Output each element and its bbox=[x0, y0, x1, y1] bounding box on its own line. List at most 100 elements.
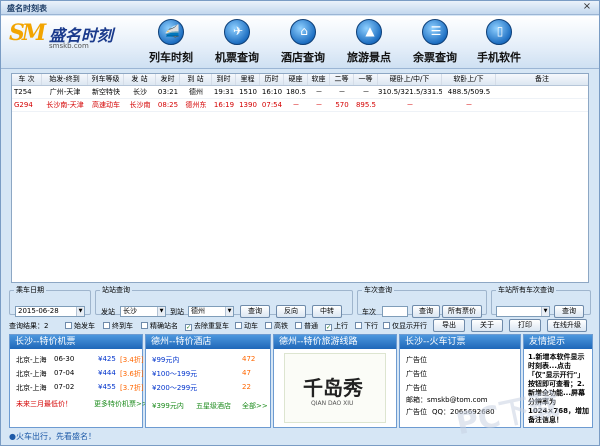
check-terminal[interactable]: 终到车 bbox=[103, 321, 133, 331]
col-header[interactable]: 硬座 bbox=[284, 74, 308, 85]
about-button[interactable]: 关于 bbox=[471, 319, 503, 332]
nav-tourism[interactable]: ▲ 旅游景点 bbox=[339, 19, 399, 67]
cell: 广州-天津 bbox=[49, 88, 81, 96]
cell: 07:54 bbox=[261, 101, 283, 109]
from-station-select[interactable]: 长沙 ▼ bbox=[120, 306, 166, 317]
options-bar: 查询结果：2 始发车 终到车 精确站名 ✓ 去除重复车 动车 高铁 普通 ✓ 上行 … bbox=[9, 319, 591, 333]
tourism-brand: 千岛秀 bbox=[303, 376, 363, 400]
nav-label: 旅游景点 bbox=[347, 51, 391, 64]
col-header[interactable]: 一等 bbox=[354, 74, 378, 85]
flight-promo[interactable]: 未来三月最低价！ bbox=[16, 399, 72, 409]
nav-hotel-search[interactable]: ⌂ 酒店查询 bbox=[273, 19, 333, 67]
table-row[interactable]: G294 长沙南-天津 高速动车 长沙南 08:25 德州东 16:19 139… bbox=[12, 99, 588, 112]
window-title: 盛名时刻表 bbox=[7, 4, 47, 13]
cell: 德州 bbox=[189, 88, 203, 96]
col-header[interactable]: 历时 bbox=[260, 74, 284, 85]
search-bar: 乘车日期 2015-06-28 ▼ 站站查询 发站 长沙 ▼ 到站 德州 ▼ 查… bbox=[9, 285, 591, 319]
train-icon: 🚄 bbox=[158, 19, 184, 45]
to-station-select[interactable]: 德州 ▼ bbox=[188, 306, 234, 317]
nav-flight-search[interactable]: ✈ 机票查询 bbox=[207, 19, 267, 67]
check-emu[interactable]: 动车 bbox=[235, 321, 258, 331]
flight-route: 北京-上海 bbox=[16, 356, 47, 364]
check-exact[interactable]: 精确站名 bbox=[141, 321, 178, 331]
flight-price[interactable]: ¥425 bbox=[98, 355, 116, 363]
table-row[interactable]: T254 广州-天津 新空特快 长沙 03:21 德州 19:31 1510 1… bbox=[12, 86, 588, 99]
logo-mark: SM bbox=[9, 20, 46, 46]
check-normal[interactable]: 普通 bbox=[295, 321, 318, 331]
tourism-ad-image[interactable]: 千岛秀 QIAN DAO XIU bbox=[284, 353, 386, 423]
hotel-price[interactable]: ¥100～199元 bbox=[152, 369, 197, 379]
upgrade-button[interactable]: 在线升级 bbox=[547, 319, 587, 332]
col-header[interactable]: 硬卧上/中/下 bbox=[378, 74, 442, 85]
cell: T254 bbox=[14, 88, 32, 96]
checkbox-icon bbox=[383, 322, 390, 329]
col-header[interactable]: 车 次 bbox=[12, 74, 42, 85]
check-origin[interactable]: 始发车 bbox=[65, 321, 95, 331]
check-running-only[interactable]: 仅显示开行 bbox=[383, 321, 427, 331]
flight-price[interactable]: ¥455 bbox=[98, 383, 116, 391]
app-window: 盛名时刻表 × SM 盛名时刻 smskb.com 🚄 列车时刻 ✈ 机票查询 … bbox=[0, 0, 600, 446]
check-up[interactable]: ✓ 上行 bbox=[325, 321, 348, 331]
train-query-button[interactable]: 查询 bbox=[412, 305, 440, 318]
col-header[interactable]: 二等 bbox=[330, 74, 354, 85]
chevron-down-icon: ▼ bbox=[76, 307, 84, 316]
station-all-select[interactable]: ▼ bbox=[496, 306, 550, 317]
close-button[interactable]: × bbox=[580, 2, 594, 13]
col-header[interactable]: 备注 bbox=[496, 74, 588, 85]
date-value: 2015-06-28 bbox=[18, 307, 59, 315]
cell: 16:10 bbox=[261, 88, 283, 96]
more-flights-link[interactable]: 更多特价机票>> bbox=[94, 399, 148, 409]
flight-price[interactable]: ¥444 bbox=[98, 369, 116, 377]
nav-ticket-availability[interactable]: ☰ 余票查询 bbox=[405, 19, 465, 67]
col-header[interactable]: 列车等级 bbox=[88, 74, 124, 85]
date-picker[interactable]: 2015-06-28 ▼ bbox=[15, 306, 85, 317]
check-highspeed[interactable]: 高铁 bbox=[265, 321, 288, 331]
mountain-icon: ▲ bbox=[356, 19, 382, 45]
col-header[interactable]: 里程 bbox=[236, 74, 260, 85]
col-header[interactable]: 始发-终到 bbox=[42, 74, 88, 85]
all-fares-button[interactable]: 所有票价 bbox=[442, 305, 482, 318]
hotel-budget-link[interactable]: ¥399元内 bbox=[152, 401, 184, 411]
col-header[interactable]: 发 站 bbox=[124, 74, 156, 85]
cell: － bbox=[338, 88, 346, 96]
col-header[interactable]: 软卧上/下 bbox=[442, 74, 496, 85]
chevron-down-icon: ▼ bbox=[541, 307, 549, 316]
nav-train-schedule[interactable]: 🚄 列车时刻 bbox=[141, 19, 201, 67]
nav-mobile-software[interactable]: ▯ 手机软件 bbox=[469, 19, 529, 67]
station-query-button[interactable]: 查询 bbox=[240, 305, 270, 318]
col-header[interactable]: 到 站 bbox=[180, 74, 212, 85]
booking-ad[interactable]: 广告位 bbox=[406, 369, 427, 379]
hotel-count: 472 bbox=[242, 355, 256, 363]
check-down[interactable]: 下行 bbox=[355, 321, 378, 331]
cell: 长沙 bbox=[133, 88, 147, 96]
station-all-query-button[interactable]: 查询 bbox=[554, 305, 584, 318]
booking-ad[interactable]: 广告位 bbox=[406, 355, 427, 365]
result-count: 查询结果：2 bbox=[9, 322, 49, 330]
export-button[interactable]: 导出 bbox=[433, 319, 465, 332]
nav-label: 酒店查询 bbox=[281, 51, 325, 64]
chevron-down-icon: ▼ bbox=[157, 307, 165, 316]
tips-panel-title: 友情提示 bbox=[524, 335, 592, 349]
tourism-panel: 德州--特价旅游线路 千岛秀 QIAN DAO XIU bbox=[273, 334, 397, 428]
reverse-button[interactable]: 反向 bbox=[276, 305, 306, 318]
col-header[interactable]: 发时 bbox=[156, 74, 180, 85]
hotel-price[interactable]: ¥99元内 bbox=[152, 355, 179, 365]
station-legend: 站站查询 bbox=[102, 286, 130, 294]
check-dedupe[interactable]: ✓ 去除重复车 bbox=[185, 321, 229, 331]
station-group: 站站查询 发站 长沙 ▼ 到站 德州 ▼ 查询 反向 中转 bbox=[95, 285, 353, 318]
hotel-all-link[interactable]: 全部>> bbox=[242, 401, 268, 411]
hotel-star-link[interactable]: 五星级酒店 bbox=[196, 401, 231, 411]
logo: SM 盛名时刻 smskb.com bbox=[9, 20, 119, 60]
booking-ad[interactable]: 广告位 bbox=[406, 407, 427, 417]
cell bbox=[496, 99, 588, 111]
tourism-brand-sub: QIAN DAO XIU bbox=[311, 400, 354, 407]
transfer-button[interactable]: 中转 bbox=[312, 305, 342, 318]
booking-ad[interactable]: 广告位 bbox=[406, 383, 427, 393]
cell bbox=[496, 86, 588, 98]
print-button[interactable]: 打印 bbox=[509, 319, 541, 332]
col-header[interactable]: 到时 bbox=[212, 74, 236, 85]
train-input[interactable] bbox=[382, 306, 408, 317]
cell: 高速动车 bbox=[92, 101, 120, 109]
hotel-price[interactable]: ¥200～299元 bbox=[152, 383, 197, 393]
col-header[interactable]: 软座 bbox=[308, 74, 330, 85]
